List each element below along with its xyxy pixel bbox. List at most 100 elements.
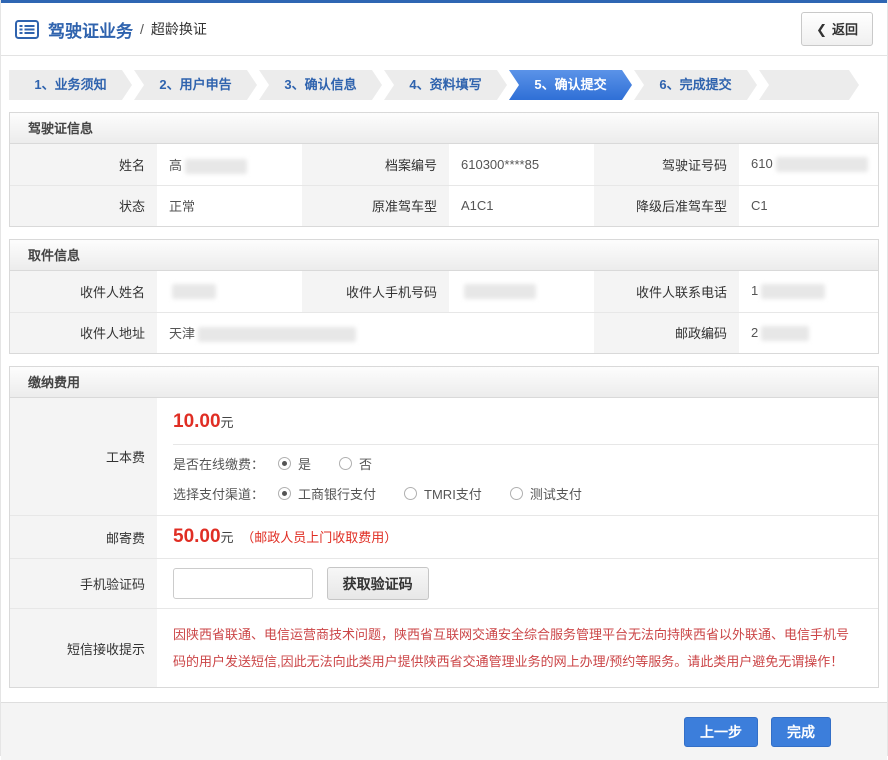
table-row: 收件人地址 天津 邮政编码 2 <box>10 312 878 353</box>
license-info-table: 姓名 高 档案编号 610300****85 驾驶证号码 610 状态 正常 原… <box>10 144 878 226</box>
redacted-blur <box>776 157 868 172</box>
field-value-recipient-name <box>157 271 302 312</box>
footer-bar: 上一步 完成 <box>1 702 887 760</box>
production-fee-cell: 10.00元 是否在线缴费： 是 否 选择支付渠道： <box>157 398 878 516</box>
field-label-sms-notice: 短信接收提示 <box>10 609 157 688</box>
list-icon <box>15 20 39 39</box>
field-label-name: 姓名 <box>10 144 157 185</box>
fee-unit: 元 <box>221 415 234 430</box>
page-header: 驾驶证业务 / 超龄换证 ❮ 返回 <box>1 3 887 56</box>
fee-amount: 50.00 <box>173 526 221 547</box>
radio-label: TMRI支付 <box>424 484 482 503</box>
pickup-info-section: 取件信息 收件人姓名 收件人手机号码 收件人联系电话 1 收件人地址 天津 邮政… <box>9 239 879 354</box>
radio-online-pay-yes[interactable]: 是 <box>278 454 311 473</box>
table-row: 短信接收提示 因陕西省联通、电信运营商技术问题，陕西省互联网交通安全综合服务管理… <box>10 609 878 688</box>
sms-notice-text: 因陕西省联通、电信运营商技术问题，陕西省互联网交通安全综合服务管理平台无法向持陕… <box>173 621 858 675</box>
field-value-file-no: 610300****85 <box>449 144 594 185</box>
get-code-button[interactable]: 获取验证码 <box>327 567 429 600</box>
postage-fee-note: （邮政人员上门收取费用） <box>241 530 397 545</box>
license-section-title: 驾驶证信息 <box>10 113 878 144</box>
field-value-downgraded-class: C1 <box>739 185 878 226</box>
payment-table: 工本费 10.00元 是否在线缴费： 是 否 选 <box>10 398 878 687</box>
radio-icon <box>278 487 291 500</box>
field-label-original-class: 原准驾车型 <box>302 185 449 226</box>
table-row: 手机验证码 获取验证码 <box>10 559 878 609</box>
radio-label: 是 <box>298 454 311 473</box>
redacted-blur <box>761 326 809 341</box>
payment-section-title: 缴纳费用 <box>10 367 878 398</box>
step-3-confirm-info[interactable]: 3、确认信息 <box>259 70 382 100</box>
field-value-name: 高 <box>157 144 302 185</box>
field-label-recipient-phone: 收件人联系电话 <box>594 271 739 312</box>
field-label-recipient-address: 收件人地址 <box>10 312 157 353</box>
field-label-file-no: 档案编号 <box>302 144 449 185</box>
redacted-blur <box>198 327 356 342</box>
field-value-recipient-address: 天津 <box>157 312 594 353</box>
field-value-postal-code: 2 <box>739 312 878 353</box>
chevron-left-icon: ❮ <box>816 22 827 37</box>
field-label-status: 状态 <box>10 185 157 226</box>
pay-channel-row: 选择支付渠道： 工商银行支付 TMRI支付 测试支付 <box>173 475 878 515</box>
pay-channel-label: 选择支付渠道： <box>173 484 264 503</box>
step-bar-filler <box>759 70 859 100</box>
field-label-license-no: 驾驶证号码 <box>594 144 739 185</box>
back-button-label: 返回 <box>832 22 858 37</box>
radio-icon <box>278 457 291 470</box>
breadcrumb: 超龄换证 <box>151 19 207 39</box>
field-label-postage-fee: 邮寄费 <box>10 516 157 559</box>
redacted-blur <box>464 284 536 299</box>
fee-amount: 10.00 <box>173 411 221 432</box>
finish-button[interactable]: 完成 <box>771 717 831 747</box>
redacted-blur <box>761 284 825 299</box>
online-pay-label: 是否在线缴费： <box>173 454 264 473</box>
table-row: 工本费 10.00元 是否在线缴费： 是 否 选 <box>10 398 878 516</box>
step-wizard: 1、业务须知 2、用户申告 3、确认信息 4、资料填写 5、确认提交 6、完成提… <box>9 70 879 100</box>
radio-label: 否 <box>359 454 372 473</box>
radio-icon <box>339 457 352 470</box>
field-value-status: 正常 <box>157 185 302 226</box>
radio-icon <box>510 487 523 500</box>
field-label-sms-code: 手机验证码 <box>10 559 157 609</box>
radio-channel-icbc[interactable]: 工商银行支付 <box>278 484 376 503</box>
page-title: 驾驶证业务 <box>48 17 133 42</box>
sms-code-cell: 获取验证码 <box>157 559 878 609</box>
sms-code-input[interactable] <box>173 568 313 599</box>
step-2-user-declaration[interactable]: 2、用户申告 <box>134 70 257 100</box>
field-label-recipient-name: 收件人姓名 <box>10 271 157 312</box>
radio-channel-tmri[interactable]: TMRI支付 <box>404 484 482 503</box>
redacted-blur <box>172 284 216 299</box>
prev-step-button[interactable]: 上一步 <box>684 717 758 747</box>
online-pay-row: 是否在线缴费： 是 否 <box>173 445 878 475</box>
field-value-recipient-mobile <box>449 271 594 312</box>
breadcrumb-separator: / <box>140 21 144 37</box>
table-row: 状态 正常 原准驾车型 A1C1 降级后准驾车型 C1 <box>10 185 878 226</box>
field-value-license-no: 610 <box>739 144 878 185</box>
pickup-info-table: 收件人姓名 收件人手机号码 收件人联系电话 1 收件人地址 天津 邮政编码 2 <box>10 271 878 353</box>
field-label-postal-code: 邮政编码 <box>594 312 739 353</box>
redacted-blur <box>185 159 247 174</box>
postage-fee-cell: 50.00元 （邮政人员上门收取费用） <box>157 516 878 559</box>
table-row: 收件人姓名 收件人手机号码 收件人联系电话 1 <box>10 271 878 312</box>
step-4-fill-material[interactable]: 4、资料填写 <box>384 70 507 100</box>
table-row: 姓名 高 档案编号 610300****85 驾驶证号码 610 <box>10 144 878 185</box>
field-value-original-class: A1C1 <box>449 185 594 226</box>
production-fee-amount: 10.00元 <box>173 398 878 445</box>
step-5-confirm-submit[interactable]: 5、确认提交 <box>509 70 632 100</box>
radio-online-pay-no[interactable]: 否 <box>339 454 372 473</box>
pickup-section-title: 取件信息 <box>10 240 878 271</box>
step-1-business-notice[interactable]: 1、业务须知 <box>9 70 132 100</box>
radio-label: 测试支付 <box>530 484 582 503</box>
step-6-finish-submit[interactable]: 6、完成提交 <box>634 70 757 100</box>
field-label-downgraded-class: 降级后准驾车型 <box>594 185 739 226</box>
radio-label: 工商银行支付 <box>298 484 376 503</box>
fee-unit: 元 <box>221 530 234 545</box>
payment-section: 缴纳费用 工本费 10.00元 是否在线缴费： 是 否 <box>9 366 879 688</box>
table-row: 邮寄费 50.00元 （邮政人员上门收取费用） <box>10 516 878 559</box>
field-label-recipient-mobile: 收件人手机号码 <box>302 271 449 312</box>
license-info-section: 驾驶证信息 姓名 高 档案编号 610300****85 驾驶证号码 610 状… <box>9 112 879 227</box>
radio-icon <box>404 487 417 500</box>
radio-channel-test[interactable]: 测试支付 <box>510 484 582 503</box>
back-button[interactable]: ❮ 返回 <box>801 12 873 46</box>
sms-notice-cell: 因陕西省联通、电信运营商技术问题，陕西省互联网交通安全综合服务管理平台无法向持陕… <box>157 609 878 688</box>
field-value-recipient-phone: 1 <box>739 271 878 312</box>
